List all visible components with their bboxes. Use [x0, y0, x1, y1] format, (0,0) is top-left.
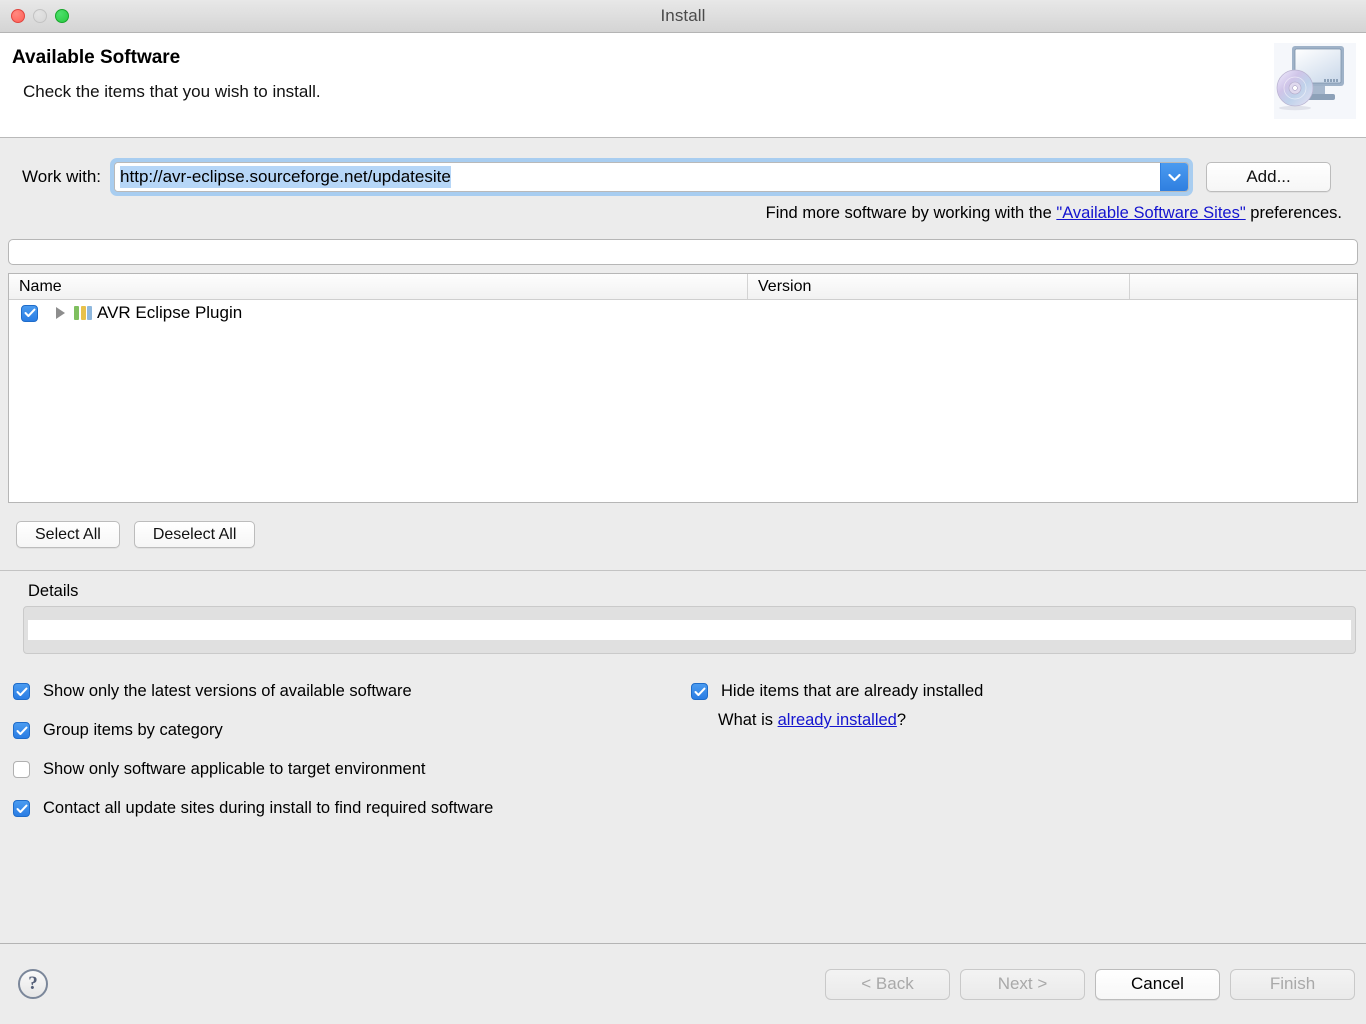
work-with-input[interactable]: http://avr-eclipse.sourceforge.net/updat…: [115, 163, 1160, 191]
option-label: Hide items that are already installed: [721, 682, 983, 701]
available-software-sites-link[interactable]: "Available Software Sites": [1056, 204, 1245, 222]
wizard-buttons: < Back Next > Cancel Finish: [825, 969, 1355, 1000]
work-with-combo-focus: http://avr-eclipse.sourceforge.net/updat…: [110, 158, 1193, 196]
option-group-by-category[interactable]: Group items by category: [13, 711, 680, 750]
page-subtitle: Check the items that you wish to install…: [23, 82, 1366, 102]
option-label: Show only the latest versions of availab…: [43, 682, 412, 701]
options-right-column: Hide items that are already installed Wh…: [680, 672, 1366, 828]
checkbox-show-latest-versions[interactable]: [13, 683, 30, 700]
details-label: Details: [28, 582, 1366, 601]
work-with-value: http://avr-eclipse.sourceforge.net/updat…: [120, 166, 451, 188]
option-contact-all-update-sites[interactable]: Contact all update sites during install …: [13, 789, 680, 828]
help-icon[interactable]: ?: [18, 969, 48, 999]
minimize-button[interactable]: [33, 9, 47, 23]
find-more-suffix: preferences.: [1246, 204, 1342, 222]
table-header: Name Version: [9, 274, 1357, 300]
work-with-combo[interactable]: http://avr-eclipse.sourceforge.net/updat…: [114, 162, 1189, 192]
plugin-bars-icon: [74, 306, 92, 320]
work-with-label: Work with:: [22, 167, 101, 187]
what-is-already-installed-text: What is already installed?: [718, 711, 1366, 730]
window-title: Install: [0, 6, 1366, 26]
find-more-prefix: Find more software by working with the: [766, 204, 1057, 222]
table-row[interactable]: AVR Eclipse Plugin: [9, 300, 1357, 326]
option-label: Group items by category: [43, 721, 223, 740]
details-panel: [23, 606, 1356, 654]
wizard-banner: Available Software Check the items that …: [0, 33, 1366, 138]
deselect-all-button[interactable]: Deselect All: [134, 521, 256, 548]
option-applicable-to-target[interactable]: Show only software applicable to target …: [13, 750, 680, 789]
details-separator: [0, 570, 1366, 571]
back-button[interactable]: < Back: [825, 969, 950, 1000]
select-all-button[interactable]: Select All: [16, 521, 120, 548]
next-button[interactable]: Next >: [960, 969, 1085, 1000]
option-show-latest-versions[interactable]: Show only the latest versions of availab…: [13, 672, 680, 711]
already-installed-link[interactable]: already installed: [778, 711, 897, 729]
option-label: Show only software applicable to target …: [43, 760, 425, 779]
chevron-down-icon[interactable]: [1160, 163, 1188, 191]
close-button[interactable]: [11, 9, 25, 23]
finish-button[interactable]: Finish: [1230, 969, 1355, 1000]
title-bar: Install: [0, 0, 1366, 33]
table-body: AVR Eclipse Plugin: [9, 300, 1357, 502]
option-label: Contact all update sites during install …: [43, 799, 493, 818]
expand-arrow-icon[interactable]: [56, 307, 65, 319]
row-checkbox[interactable]: [21, 305, 38, 322]
install-monitor-disc-icon: [1268, 41, 1358, 131]
what-is-prefix: What is: [718, 711, 778, 729]
column-header-name[interactable]: Name: [9, 274, 747, 299]
dialog-body: i Work with: http://avr-eclipse.sourcefo…: [0, 138, 1366, 943]
install-dialog: Install Available Software Check the ite…: [0, 0, 1366, 1024]
options-area: Show only the latest versions of availab…: [0, 672, 1366, 828]
row-name: AVR Eclipse Plugin: [97, 303, 242, 323]
what-is-suffix: ?: [897, 711, 906, 729]
find-more-software-text: Find more software by working with the "…: [0, 204, 1366, 223]
column-header-version[interactable]: Version: [747, 274, 1129, 299]
options-left-column: Show only the latest versions of availab…: [0, 672, 680, 828]
work-with-row: Work with: http://avr-eclipse.sourceforg…: [0, 155, 1366, 199]
selection-buttons: Select All Deselect All: [16, 521, 1366, 548]
checkbox-hide-already-installed[interactable]: [691, 683, 708, 700]
filter-input[interactable]: [8, 239, 1358, 265]
zoom-button[interactable]: [55, 9, 69, 23]
checkbox-group-by-category[interactable]: [13, 722, 30, 739]
checkbox-contact-all-update-sites[interactable]: [13, 800, 30, 817]
details-text: [28, 620, 1351, 640]
option-hide-already-installed[interactable]: Hide items that are already installed: [691, 672, 1366, 711]
checkbox-applicable-to-target[interactable]: [13, 761, 30, 778]
cancel-button[interactable]: Cancel: [1095, 969, 1220, 1000]
add-button[interactable]: Add...: [1206, 162, 1331, 192]
column-header-blank[interactable]: [1129, 274, 1357, 299]
available-software-table: Name Version AVR Eclipse Plugin: [8, 273, 1358, 503]
window-controls: [11, 9, 69, 23]
page-title: Available Software: [12, 47, 1366, 69]
dialog-footer: ? < Back Next > Cancel Finish: [0, 943, 1366, 1024]
